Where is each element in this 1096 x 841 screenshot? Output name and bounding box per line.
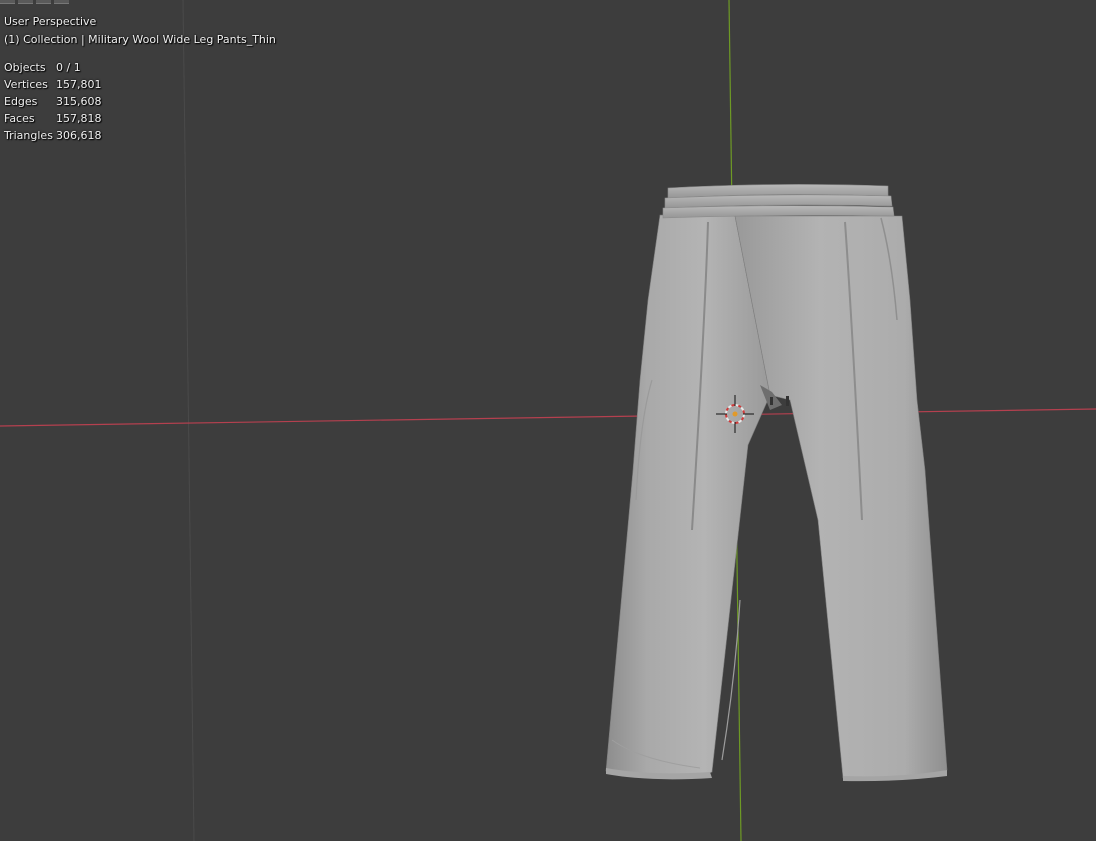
pants-mesh [605,184,948,782]
grid-line [182,0,195,841]
3d-viewport[interactable]: User Perspective (1) Collection | Milita… [0,0,1096,841]
viewport-scene [0,0,1096,841]
x-axis-line [0,408,1096,427]
